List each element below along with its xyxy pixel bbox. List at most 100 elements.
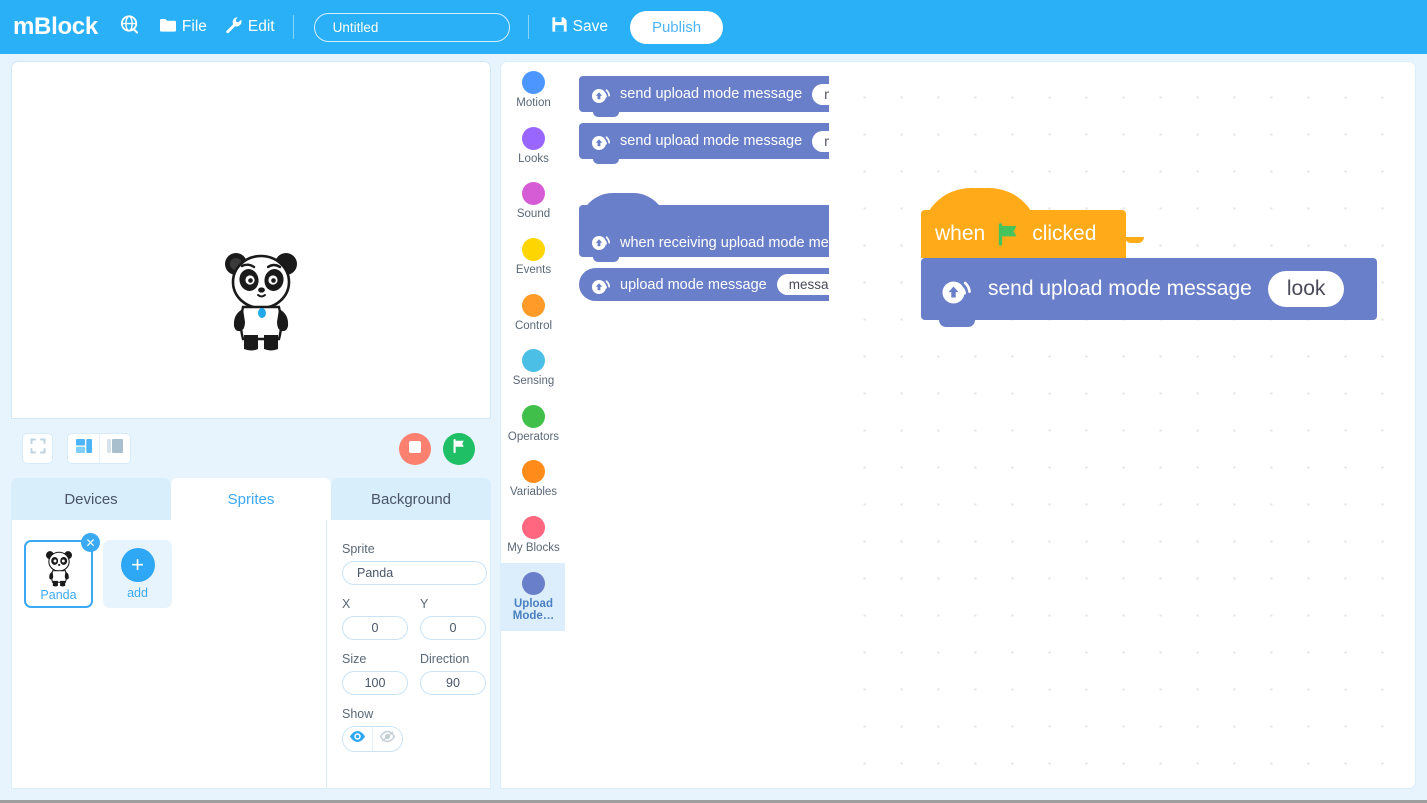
- category-label: Looks: [518, 152, 549, 165]
- tab-sprites[interactable]: Sprites: [171, 478, 331, 520]
- category-color-dot: [522, 571, 545, 595]
- mblock-app: mBlock File Edit Untitled Save Publish D…: [0, 0, 1427, 800]
- block-send-upload-mode-message[interactable]: send upload mode message look: [921, 258, 1377, 327]
- eye-closed-icon: [379, 730, 396, 748]
- close-icon[interactable]: ✕: [81, 533, 100, 552]
- sprite-x-input[interactable]: [342, 616, 408, 640]
- hat-block-word-when: when: [935, 222, 986, 245]
- palette-block-when-receiving-upload-mode-message[interactable]: when receiving upload mode message: [579, 193, 829, 262]
- show-sprite-button[interactable]: [343, 727, 373, 751]
- wrench-icon: [225, 16, 243, 39]
- category-label: Operators: [507, 430, 560, 443]
- save-button[interactable]: Save: [551, 16, 608, 38]
- category-color-dot: [522, 237, 545, 261]
- block-input-look[interactable]: look: [1267, 271, 1345, 307]
- script-stack: when clicked send upload mode message lo…: [921, 188, 1377, 327]
- green-flag-icon: [996, 222, 1021, 247]
- category-color-dot: [522, 349, 545, 373]
- category-label: Upload Mode…: [512, 597, 555, 623]
- palette-block-input-message[interactable]: message: [812, 83, 829, 105]
- sprite-show-label: Show: [342, 707, 374, 721]
- category-color-dot: [522, 293, 545, 317]
- category-motion[interactable]: Motion: [501, 62, 565, 118]
- upload-signal-icon: [591, 275, 613, 295]
- toolbar-divider-2: [527, 15, 529, 39]
- category-label: Events: [515, 263, 552, 276]
- stop-button[interactable]: [399, 432, 431, 465]
- block-label-send-upload-mode-message: send upload mode message: [988, 277, 1252, 300]
- palette-block-input-message[interactable]: message: [812, 130, 829, 152]
- category-looks[interactable]: Looks: [501, 118, 565, 174]
- edit-menu-button[interactable]: Edit: [225, 16, 275, 39]
- category-upload-mode[interactable]: Upload Mode…: [501, 562, 565, 632]
- sprite-y-input[interactable]: [420, 616, 486, 640]
- bottom-panel-tabs: Devices Sprites Background: [11, 478, 491, 520]
- code-canvas[interactable]: when clicked send upload mode message lo…: [829, 61, 1416, 789]
- category-my-blocks[interactable]: My Blocks: [501, 507, 565, 563]
- palette-block-send-upload-mode-message-1[interactable]: send upload mode message message: [579, 76, 829, 117]
- category-color-dot: [522, 460, 545, 484]
- block-notch: [593, 257, 619, 262]
- fullscreen-button[interactable]: [22, 433, 53, 464]
- sprite-thumbnail-panda: [45, 551, 72, 587]
- category-sound[interactable]: Sound: [501, 173, 565, 229]
- publish-button[interactable]: Publish: [629, 10, 724, 44]
- stage-layout-toggle-group: [67, 433, 131, 464]
- layout-large-stage-icon: [106, 438, 124, 459]
- sprite-card-panda[interactable]: ✕ Panda: [24, 533, 100, 608]
- category-color-dot: [522, 404, 545, 428]
- sprite-list: ✕ Panda + add: [12, 520, 327, 789]
- toolbar-divider-1: [292, 15, 294, 39]
- palette-block-input-message[interactable]: message: [776, 274, 829, 295]
- app-logo: mBlock: [13, 13, 98, 40]
- block-category-sidebar: Motion Looks Sound Events Control Sensin…: [500, 61, 565, 789]
- block-palette[interactable]: send upload mode message message send up…: [565, 61, 829, 789]
- tab-background[interactable]: Background: [331, 478, 491, 520]
- stage-sprite-panda[interactable]: [220, 247, 302, 352]
- stage-panel: [11, 61, 491, 419]
- category-color-dot: [522, 71, 545, 94]
- fullscreen-icon: [30, 438, 46, 459]
- hide-sprite-button[interactable]: [372, 727, 402, 751]
- category-control[interactable]: Control: [501, 285, 565, 341]
- layout-large-stage-button[interactable]: [99, 434, 130, 463]
- add-sprite-button[interactable]: + add: [103, 540, 172, 608]
- layout-small-stage-icon: [75, 438, 93, 459]
- sprite-direction-input[interactable]: [420, 671, 486, 695]
- palette-block-send-upload-mode-message-2[interactable]: send upload mode message message: [579, 123, 829, 164]
- category-sensing[interactable]: Sensing: [501, 340, 565, 396]
- sprite-name-input[interactable]: [342, 561, 487, 585]
- palette-block-label: send upload mode message: [620, 86, 803, 102]
- category-label: Motion: [516, 97, 551, 109]
- sprite-size-input[interactable]: [342, 671, 408, 695]
- sprite-name-label: Sprite: [342, 542, 375, 556]
- green-flag-icon: [452, 438, 466, 458]
- plus-icon: +: [120, 548, 155, 582]
- layout-small-stage-button[interactable]: [68, 434, 99, 463]
- file-menu-button[interactable]: File: [159, 17, 207, 38]
- palette-block-label: when receiving upload mode message: [620, 235, 829, 251]
- category-color-dot: [522, 516, 545, 540]
- sprite-visibility-toggle: [342, 726, 403, 752]
- edit-menu-label: Edit: [247, 18, 275, 35]
- sprite-panel: ✕ Panda + add Sprite Panda X 0 Y 0 Size …: [11, 520, 491, 789]
- tab-devices[interactable]: Devices: [11, 478, 171, 520]
- green-flag-button[interactable]: [443, 432, 475, 465]
- sprite-properties: Sprite X Y Size Direction: [328, 520, 492, 789]
- sprite-x-label: X: [342, 597, 351, 611]
- stop-icon: [409, 440, 421, 458]
- palette-block-upload-mode-message-reporter[interactable]: upload mode message message: [579, 268, 829, 301]
- language-button[interactable]: [120, 15, 139, 39]
- category-variables[interactable]: Variables: [501, 451, 565, 507]
- globe-icon: [120, 15, 139, 39]
- project-title-input[interactable]: [313, 12, 510, 42]
- category-color-dot: [522, 126, 545, 150]
- run-controls: [399, 432, 475, 465]
- block-when-green-flag-clicked[interactable]: when clicked: [921, 188, 1144, 258]
- category-label: Sound: [516, 208, 551, 221]
- category-label: Sensing: [512, 375, 555, 388]
- category-operators[interactable]: Operators: [501, 396, 565, 452]
- sprite-size-label: Size: [342, 652, 367, 666]
- category-events[interactable]: Events: [501, 229, 565, 285]
- eye-open-icon: [349, 730, 366, 748]
